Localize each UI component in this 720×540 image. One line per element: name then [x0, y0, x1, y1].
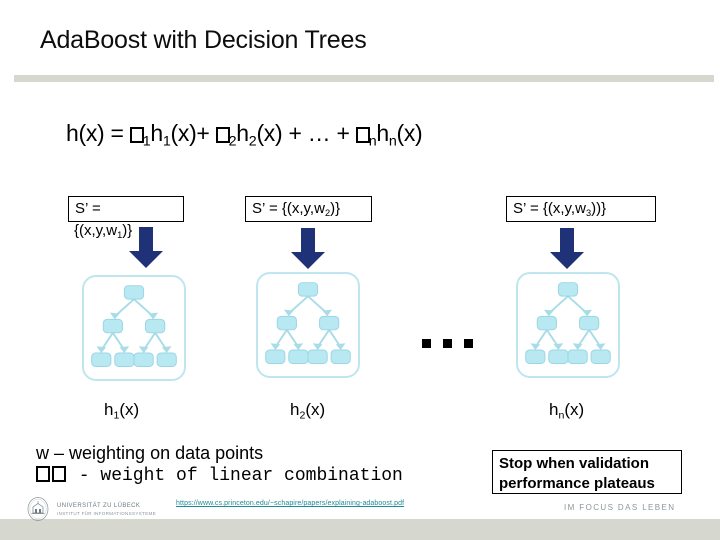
stop-criterion-line1: Stop when validation [499, 455, 650, 472]
missing-glyph-icon [52, 466, 66, 482]
university-crest-icon [27, 497, 49, 521]
legend-alpha-text: - weight of linear combination [68, 466, 403, 486]
stop-criterion-line2: performance plateaus [499, 475, 655, 493]
formula-term1-h-sub: 1 [162, 133, 171, 150]
sample-box-1-line2-pre: {(x,y,w [74, 222, 118, 239]
university-name: UNIVERSITÄT ZU LÜBECK [57, 503, 141, 509]
missing-glyph-icon [215, 127, 230, 143]
decision-tree-panel-1 [82, 275, 186, 381]
sample-box-3-pre: S’ = {(x,y,w [513, 200, 586, 217]
decision-tree-graphic-2 [265, 282, 351, 364]
formula-ellipsis: … + [307, 120, 356, 146]
ensemble-formula: h(x) = 1h1(x)+ 2h2(x) + … + nhn(x) [66, 120, 423, 150]
ellipsis-dot [422, 339, 431, 348]
missing-glyph-icon [36, 466, 50, 482]
down-arrow-icon-2 [291, 228, 325, 269]
formula-termn-arg: (x) [396, 120, 423, 146]
tree-label-3-arg: (x) [564, 400, 585, 419]
decision-tree-panel-2 [256, 272, 360, 378]
slide-canvas: AdaBoost with Decision Trees h(x) = 1 h1(… [0, 0, 720, 540]
missing-glyph-icon [355, 127, 370, 143]
footer-band [0, 519, 720, 540]
formula-termn-h: h [376, 120, 389, 146]
down-arrow-icon-3 [550, 228, 584, 269]
tree-label-2: h2(x) [290, 400, 325, 421]
sample-box-1-line1: S’ = [75, 200, 101, 217]
trees-ellipsis [422, 322, 473, 356]
paper-link[interactable]: https://www.cs.princeton.edu/~schapire/p… [176, 500, 404, 507]
legend-weighting: w – weighting on data points [36, 443, 264, 463]
institute-name: INSTITUT FÜR INFORMATIONSSYSTEME [57, 510, 157, 516]
sample-box-3-post: ))} [591, 200, 607, 217]
formula-term2-arg: (x) + [256, 120, 308, 146]
title-divider [14, 75, 714, 82]
footer-tagline: IM FOCUS DAS LEBEN [564, 503, 676, 512]
sample-box-2: S’ = {(x,y,w2)} [245, 196, 372, 222]
formula-term2-h: h [236, 120, 249, 146]
decision-tree-graphic-1 [91, 285, 177, 367]
ellipsis-dot [464, 339, 473, 348]
sample-box-3: S’ = {(x,y,w3))} [506, 196, 656, 222]
down-arrow-icon-1 [129, 227, 163, 268]
sample-box-2-post: )} [330, 200, 341, 217]
missing-glyph-icon [129, 127, 144, 143]
formula-term1-h: h [150, 120, 163, 146]
decision-tree-graphic-3 [525, 282, 611, 364]
decision-tree-panel-3 [516, 272, 620, 378]
tree-label-1-arg: (x) [119, 400, 140, 419]
ellipsis-dot [443, 339, 452, 348]
university-wordmark: UNIVERSITÄT ZU LÜBECK INSTITUT FÜR INFOR… [57, 503, 156, 516]
tree-label-3: hn(x) [549, 400, 584, 421]
page-title: AdaBoost with Decision Trees [40, 26, 367, 54]
tree-label-2-arg: (x) [305, 400, 326, 419]
stop-criterion-box: Stop when validation performance plateau… [492, 450, 682, 494]
sample-box-1-line2: {(x,y,w1)} [74, 222, 132, 240]
sample-box-2-pre: S’ = {(x,y,w [252, 200, 325, 217]
tree-label-1: h1(x) [104, 400, 139, 421]
formula-lhs: h(x) = [66, 120, 130, 146]
legend-alpha: - weight of linear combination [36, 466, 403, 486]
sample-box-1: S’ = [68, 196, 184, 222]
formula-term1-arg: (x)+ [170, 120, 216, 146]
